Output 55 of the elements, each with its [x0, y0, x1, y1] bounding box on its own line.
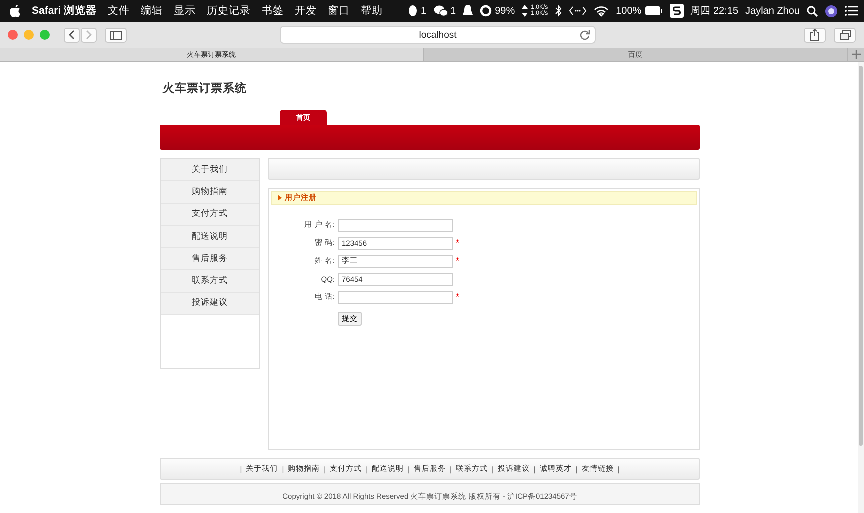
back-button[interactable] [64, 28, 80, 42]
triangle-right-icon [278, 195, 282, 201]
tabs-overview-button[interactable] [834, 28, 856, 42]
overlapping-squares-icon [840, 30, 850, 40]
user-name[interactable]: Jaylan Zhou [746, 6, 800, 16]
sidebar-item[interactable]: 支付方式 [161, 204, 259, 226]
menu-item[interactable]: 编辑 [141, 4, 164, 18]
code-brackets-icon[interactable] [569, 6, 588, 16]
chevron-left-icon [69, 30, 75, 40]
sidebar-item[interactable]: 购物指南 [161, 181, 259, 204]
status-count: 1 [420, 6, 427, 16]
app-menu[interactable]: Safari 浏览器 [32, 4, 98, 18]
menu-item[interactable]: 开发 [295, 4, 318, 18]
site-title: 火车票订票系统 [162, 81, 248, 97]
sidebar-item[interactable]: 投诉建议 [161, 292, 259, 316]
menu-item[interactable]: 历史记录 [207, 4, 252, 18]
up-down-arrows-icon[interactable] [522, 5, 528, 17]
status-count: 1 [450, 6, 456, 16]
plus-icon [852, 50, 860, 59]
address-bar[interactable]: localhost [280, 26, 596, 44]
clock[interactable]: 周四 22:15 [690, 4, 739, 18]
wifi-icon[interactable] [594, 6, 610, 16]
sidebar-item[interactable]: 联系方式 [161, 270, 259, 293]
apple-icon[interactable] [10, 4, 21, 18]
required-mark: * [456, 292, 460, 302]
url-text: localhost [419, 30, 457, 40]
menu-item[interactable]: 帮助 [361, 4, 384, 18]
reload-icon [580, 30, 590, 40]
sidebar-button[interactable] [105, 28, 127, 42]
search-icon[interactable] [807, 6, 818, 16]
battery-percent: 100% [616, 6, 642, 16]
required-mark: * [456, 238, 460, 248]
sidebar-item[interactable]: 配送说明 [161, 226, 259, 248]
battery-icon[interactable] [644, 6, 663, 16]
menu-item[interactable]: 显示 [174, 4, 196, 18]
sidebar-item[interactable]: 关于我们 [161, 159, 259, 182]
ring-icon[interactable] [480, 5, 492, 17]
s-logo-icon[interactable] [670, 4, 684, 18]
chat-bubbles-icon[interactable] [434, 5, 448, 17]
required-mark: * [456, 256, 460, 266]
menu-item[interactable]: 窗口 [328, 4, 350, 18]
menu-item[interactable]: 文件 [108, 4, 130, 18]
scrollbar[interactable] [858, 62, 864, 513]
sidebar-icon [110, 30, 122, 40]
menu-item[interactable]: 书签 [262, 4, 284, 18]
input-field[interactable] [338, 290, 453, 304]
status-count: 99% [495, 6, 516, 16]
sidebar-item[interactable]: 售后服务 [161, 248, 259, 270]
input-field[interactable] [338, 218, 453, 232]
list-icon[interactable] [845, 6, 858, 16]
bluetooth-icon[interactable] [555, 5, 562, 17]
share-button[interactable] [804, 28, 826, 42]
chevron-right-icon [86, 30, 92, 40]
siri-icon[interactable] [825, 4, 838, 18]
share-icon [810, 29, 820, 41]
